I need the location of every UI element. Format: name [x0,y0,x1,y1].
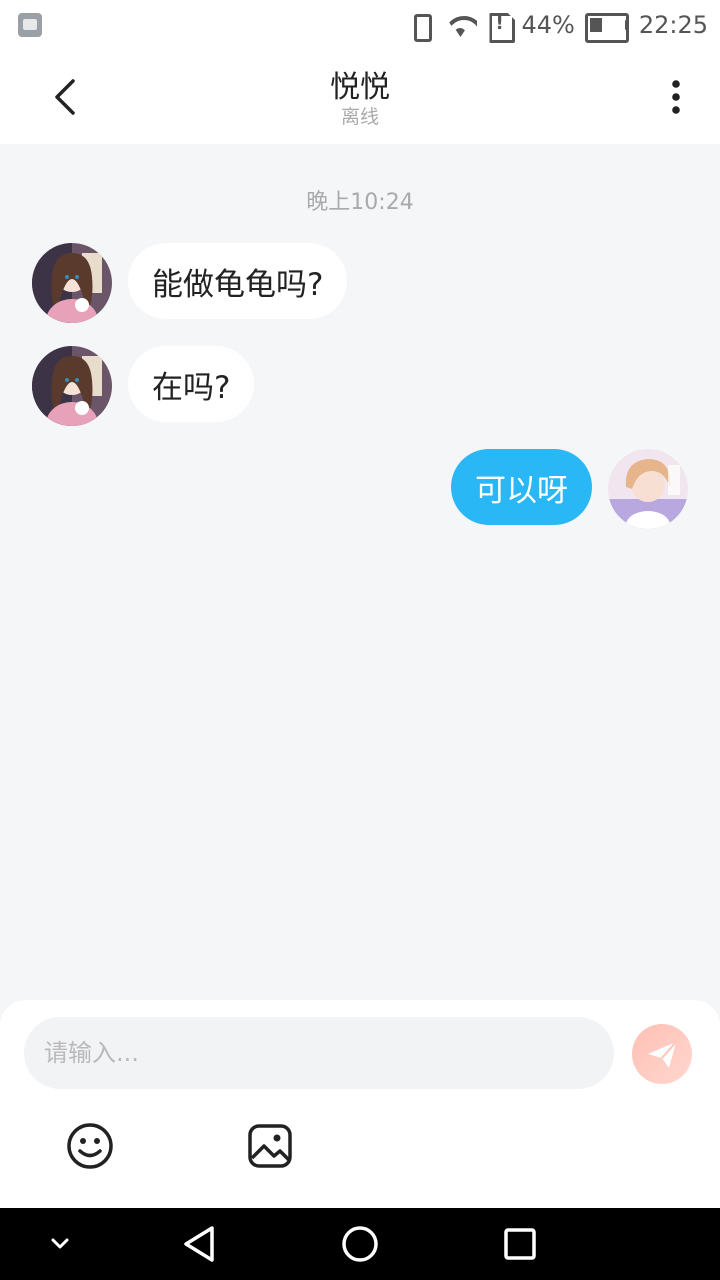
image-icon [248,1124,292,1168]
home-circle-icon [342,1226,378,1262]
girl-avatar-icon [32,346,112,426]
clock: 22:25 [638,11,708,39]
status-icons: 44% 22:25 [407,8,708,43]
message-bubble-incoming[interactable]: 在吗? [128,346,255,422]
message-input[interactable] [24,1017,614,1089]
message-bubble-incoming[interactable]: 能做龟龟吗? [128,243,348,319]
system-nav-bar [0,1208,720,1280]
my-avatar[interactable] [608,449,688,529]
wifi-icon [443,12,477,38]
contact-status: 离线 [340,106,379,128]
nav-home-button[interactable] [338,1222,382,1266]
composer-panel [0,1000,720,1208]
emoji-button[interactable] [64,1120,116,1172]
girl-avatar-icon [32,243,112,323]
contact-avatar[interactable] [32,243,112,323]
send-button[interactable] [632,1024,692,1084]
battery-fill [589,18,602,32]
battery-percent: 44% [521,11,575,39]
recents-square-icon [504,1228,536,1260]
more-button[interactable] [658,72,694,122]
battery-icon [584,13,629,43]
message-time-label: 晚上10:24 [306,190,414,215]
emoji-icon [67,1123,113,1169]
nav-collapse-button[interactable] [38,1222,82,1266]
contact-avatar[interactable] [32,346,112,426]
back-triangle-icon [184,1226,214,1262]
more-vertical-icon [672,80,680,114]
gallery-notification-icon [18,13,42,37]
image-button[interactable] [244,1120,296,1172]
message-bubble-outgoing[interactable]: 可以呀 [451,449,592,525]
chat-header: 悦悦 离线 [0,50,720,144]
status-bar: 44% 22:25 [0,0,720,50]
boy-avatar-icon [608,449,688,529]
vibrate-icon [407,12,433,42]
nav-back-button[interactable] [178,1222,222,1266]
sim-alert-icon [487,12,511,38]
chevron-down-icon [51,1238,69,1249]
nav-recents-button[interactable] [498,1222,542,1266]
send-icon [632,1024,692,1084]
contact-name: 悦悦 [330,70,390,105]
